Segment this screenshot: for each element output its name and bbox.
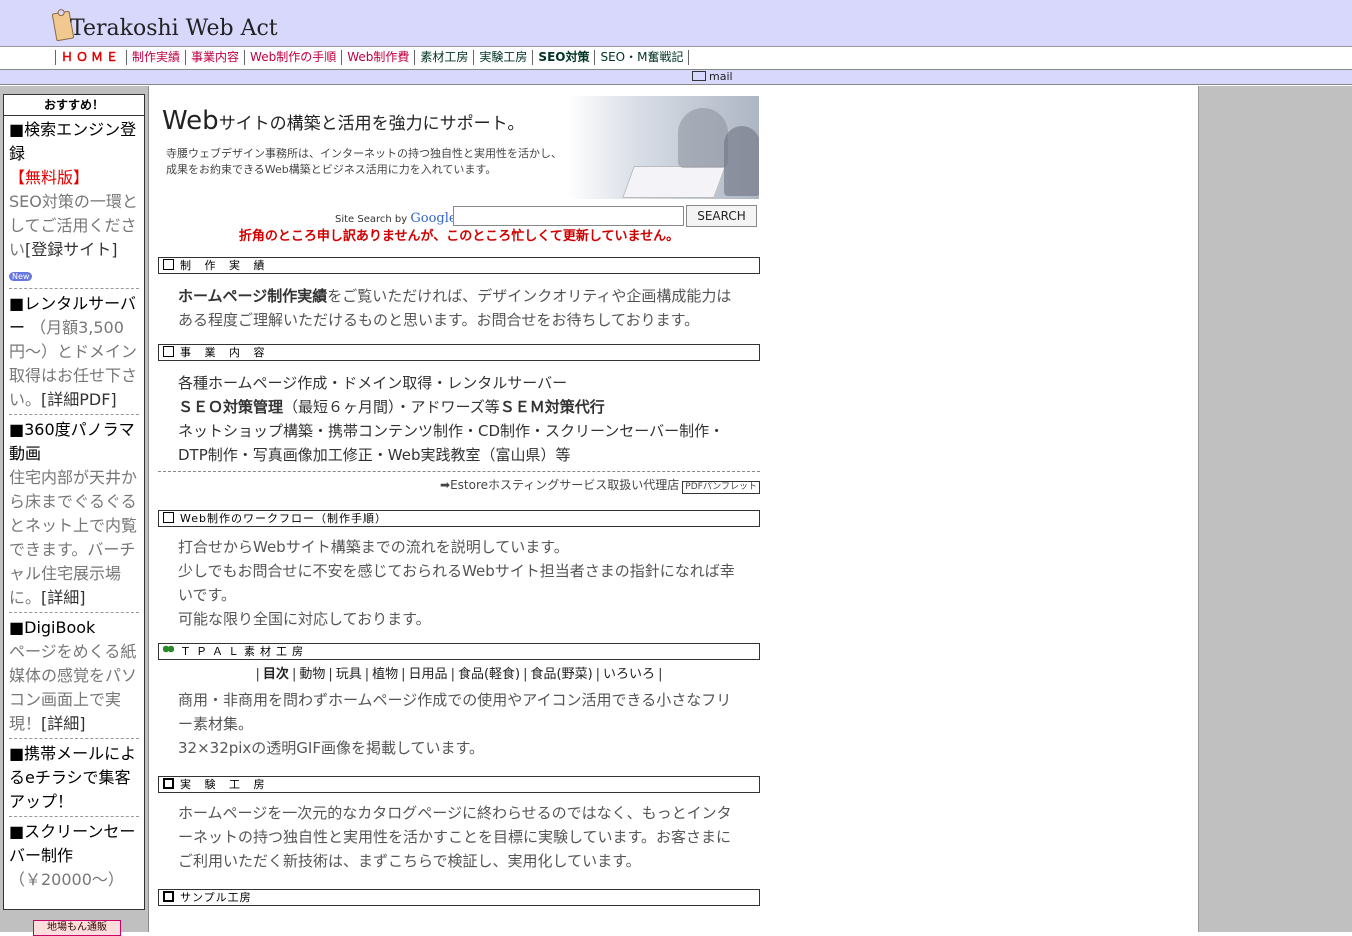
estore-agency[interactable]: ➡Estoreホスティングサービス取扱い代理店 PDFパンフレット — [158, 471, 760, 494]
main-nav: ＨＯＭＥ 制作実績 事業内容 Web制作の手順 Web制作費 素材工房 実験工房 SEO対策 S… — [0, 47, 1352, 70]
section-materials: ＴＰＡＬ素材工房 | 目次 | 動物 | 玩具 | 植物 | 日用品 | 食品(軽食) | 食品(野菜) |… — [158, 643, 760, 760]
hero-photo-person — [724, 126, 759, 196]
hero-description: 寺腰ウェブデザイン事務所は、インターネットの持つ独自性と実用性を活かし、 成果をお… — [166, 147, 562, 176]
nav-seo[interactable]: SEO対策 — [532, 50, 594, 65]
nav-seo-diary[interactable]: SEO・M奮戦記 — [594, 50, 690, 65]
tree-icon — [163, 645, 174, 656]
hero-headline: Webサイトの構築と活用を強力にサポート。 — [162, 106, 525, 136]
document-icon — [163, 512, 174, 523]
nav-lab[interactable]: 実験工房 — [473, 50, 532, 65]
local-shop-button[interactable]: 地場もん通販 — [33, 920, 121, 936]
site-search: Site Search by Google SEARCH — [158, 203, 760, 229]
hero-photo-paper — [622, 166, 726, 198]
logo-text: Terakoshi Web Act — [70, 16, 278, 41]
pdf-brochure-button[interactable]: PDFパンフレット — [682, 481, 760, 494]
mail-bar: mail — [0, 70, 1352, 85]
section-works-heading[interactable]: 制 作 実 績 — [158, 257, 760, 274]
recommend-item-rental-server: ■レンタルサーバー （月額3,500円～）とドメイン取得はお任せ下さい。[詳細P… — [9, 292, 139, 415]
recommend-item-screensaver[interactable]: ■スクリーンセーバー制作 （￥20000～） — [9, 820, 139, 894]
register-site-link[interactable]: [登録サイト] — [25, 240, 118, 259]
section-sample: サンプル工房 — [158, 889, 760, 906]
materials-link-snacks[interactable]: 食品(軽食) — [458, 667, 520, 682]
left-sidebar: おすすめ！ ■検索エンジン登録 【無料版】 SEO対策の一環としてご活用ください… — [0, 86, 149, 936]
materials-link-daily[interactable]: 日用品 — [409, 667, 448, 682]
nav-works[interactable]: 制作実績 — [126, 50, 185, 65]
nav-business[interactable]: 事業内容 — [185, 50, 244, 65]
materials-link-vegetables[interactable]: 食品(野菜) — [531, 667, 593, 682]
works-link[interactable]: ホームページ制作実績 — [178, 287, 327, 305]
mail-link[interactable]: mail — [692, 70, 733, 83]
materials-link-index[interactable]: 目次 — [263, 667, 289, 682]
nav-home[interactable]: ＨＯＭＥ — [55, 50, 126, 65]
recommend-heading: おすすめ！ — [4, 95, 144, 116]
mail-label: mail — [709, 70, 733, 83]
section-materials-heading[interactable]: ＴＰＡＬ素材工房 — [158, 643, 760, 660]
recommend-item-digibook: ■DigiBook ページをめくる紙媒体の感覚をパソコン画面上で実現！[詳細] — [9, 616, 139, 739]
search-input[interactable] — [453, 206, 684, 226]
document-icon — [163, 259, 174, 270]
document-icon — [163, 346, 174, 357]
main-content: Webサイトの構築と活用を強力にサポート。 寺腰ウェブデザイン事務所は、インター… — [158, 96, 760, 906]
detail-pdf-link[interactable]: [詳細PDF] — [41, 390, 117, 409]
recommend-box: おすすめ！ ■検索エンジン登録 【無料版】 SEO対策の一環としてご活用ください… — [3, 94, 145, 910]
nav-pricing[interactable]: Web制作費 — [341, 50, 414, 65]
materials-link-toys[interactable]: 玩具 — [336, 667, 362, 682]
section-business-heading[interactable]: 事 業 内 容 — [158, 344, 760, 361]
section-lab: 実 験 工 房 ホームページを一次元的なカタログページに終わらせるのではなく、も… — [158, 776, 760, 873]
search-label: Site Search by Google — [335, 211, 457, 226]
hero-photo-person — [678, 108, 728, 168]
google-logo: Google — [410, 211, 457, 226]
digibook-detail-link[interactable]: [詳細] — [41, 714, 86, 733]
section-workflow: Web制作のワークフロー（制作手順） 打合せからWebサイト構築までの流れを説明… — [158, 510, 760, 631]
nav-workflow[interactable]: Web制作の手順 — [244, 50, 341, 65]
recommend-item-search-engine: ■検索エンジン登録 【無料版】 SEO対策の一環としてご活用ください[登録サイト… — [9, 118, 139, 289]
site-header: Terakoshi Web Act — [0, 0, 1352, 47]
window-icon — [163, 891, 174, 902]
arrow-icon: ➡ — [440, 478, 451, 492]
window-icon — [163, 778, 174, 789]
envelope-icon — [692, 71, 706, 81]
materials-link-misc[interactable]: いろいろ — [603, 667, 655, 682]
recommend-item-mobile-mail[interactable]: ■携帯メールによるeチラシで集客アップ！ — [9, 742, 139, 817]
search-button[interactable]: SEARCH — [686, 205, 757, 227]
recommend-item-panorama: ■360度パノラマ動画 住宅内部が天井から床までぐるぐるとネット上で内覧できます… — [9, 418, 139, 613]
update-notice: 折角のところ申し訳ありませんが、このところ忙しくて更新していません。 — [238, 229, 680, 244]
right-gutter — [1198, 86, 1352, 932]
new-badge: New — [9, 272, 33, 281]
section-lab-heading[interactable]: 実 験 工 房 — [158, 776, 760, 793]
section-sample-heading[interactable]: サンプル工房 — [158, 889, 760, 906]
materials-nav: | 目次 | 動物 | 玩具 | 植物 | 日用品 | 食品(軽食) | 食品(野菜) | いろいろ | — [255, 667, 663, 682]
materials-link-animals[interactable]: 動物 — [299, 667, 325, 682]
panorama-detail-link[interactable]: [詳細] — [41, 588, 86, 607]
section-workflow-heading[interactable]: Web制作のワークフロー（制作手順） — [158, 510, 760, 527]
materials-link-plants[interactable]: 植物 — [372, 667, 398, 682]
section-business: 事 業 内 容 各種ホームページ作成・ドメイン取得・レンタルサーバー ＳＥＯ対策… — [158, 344, 760, 494]
section-works: 制 作 実 績 ホームページ制作実績をご覧いただければ、デザインクオリティや企画… — [158, 257, 760, 332]
nav-materials[interactable]: 素材工房 — [414, 50, 473, 65]
hero-banner: Webサイトの構築と活用を強力にサポート。 寺腰ウェブデザイン事務所は、インター… — [158, 96, 759, 199]
